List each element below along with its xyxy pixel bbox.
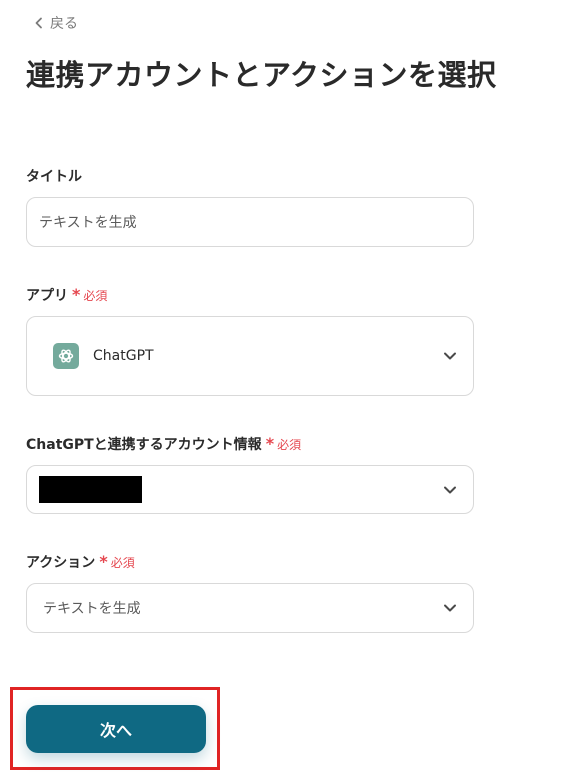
required-text: 必須 [110,555,135,570]
account-field-label: ChatGPTと連携するアカウント情報 * 必須 [26,434,301,454]
redacted-account-value [39,476,142,503]
title-input[interactable] [27,198,473,246]
required-asterisk-icon: * [72,285,81,304]
title-field[interactable] [26,197,474,247]
next-button[interactable]: 次へ [26,705,206,753]
action-select[interactable]: テキストを生成 [26,583,474,633]
account-label-text: ChatGPTと連携するアカウント情報 [26,437,262,453]
chevron-down-icon [444,352,456,360]
required-badge: * 必須 [266,436,301,453]
required-text: 必須 [277,437,302,452]
required-badge: * 必須 [99,554,134,571]
app-label-text: アプリ [26,288,68,304]
required-asterisk-icon: * [265,434,275,453]
required-text: 必須 [83,288,108,303]
required-badge: * 必須 [72,287,107,304]
app-field-label: アプリ * 必須 [26,285,107,305]
chatgpt-logo-icon [53,343,79,369]
title-label-text: タイトル [26,169,82,185]
action-select-value: テキストを生成 [43,601,141,617]
app-select-value: ChatGPT [93,348,154,364]
action-label-text: アクション [26,555,96,571]
required-asterisk-icon: * [99,552,108,571]
chevron-down-icon [444,486,456,493]
action-field-label: アクション * 必須 [26,552,135,572]
account-select[interactable] [26,465,474,514]
title-field-label: タイトル [26,166,82,186]
back-label: 戻る [50,16,78,32]
chevron-down-icon [444,604,456,612]
back-link[interactable]: 戻る [34,12,78,34]
page-title: 連携アカウントとアクションを選択 [26,58,497,92]
chevron-left-icon [35,17,42,29]
app-select[interactable]: ChatGPT [26,316,474,396]
